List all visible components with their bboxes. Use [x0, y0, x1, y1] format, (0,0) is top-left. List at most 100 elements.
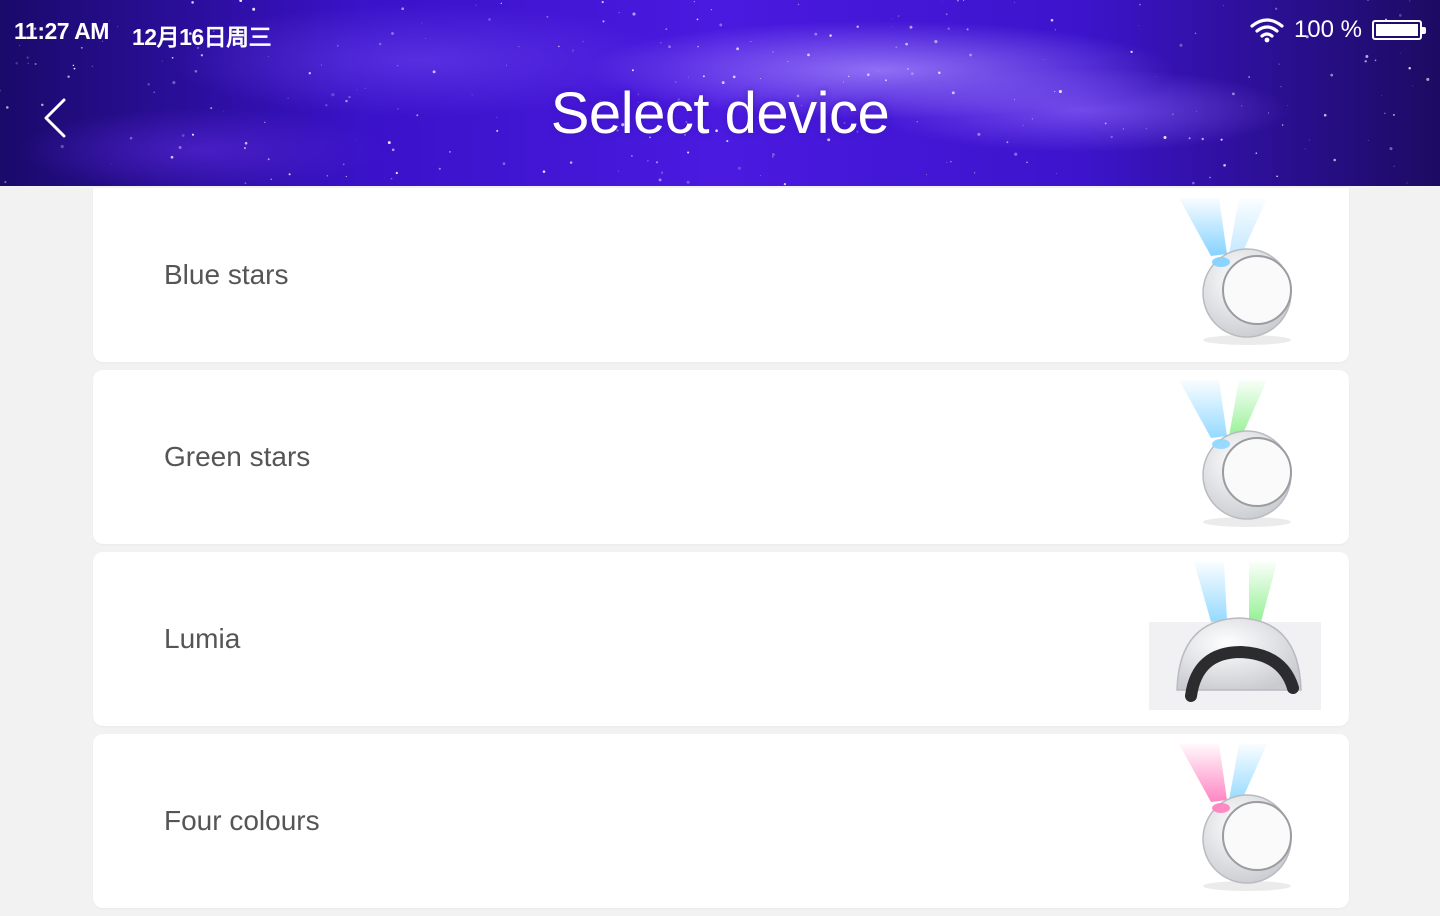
- star-dot: [1409, 0, 1411, 2]
- star-dot: [342, 163, 345, 166]
- star-dot: [569, 161, 573, 164]
- star-dot: [161, 60, 163, 62]
- star-dot: [1330, 73, 1334, 77]
- star-dot: [938, 71, 941, 75]
- star-dot: [1056, 172, 1057, 174]
- star-dot: [759, 174, 761, 176]
- star-dot: [1026, 161, 1028, 163]
- light-beam: [1179, 380, 1227, 438]
- star-dot: [969, 53, 972, 57]
- star-dot: [432, 70, 436, 74]
- star-dot: [26, 56, 29, 59]
- star-dot: [1406, 182, 1408, 184]
- star-dot: [4, 180, 7, 184]
- star-dot: [320, 64, 322, 66]
- star-dot: [1130, 50, 1133, 54]
- star-dot: [239, 0, 243, 2]
- battery-cap: [1422, 27, 1426, 34]
- star-dot: [308, 72, 311, 75]
- device-card-blue-stars[interactable]: Blue stars: [93, 188, 1349, 362]
- star-dot: [383, 177, 385, 179]
- lens: [1212, 439, 1230, 449]
- light-beam: [1179, 198, 1227, 256]
- projector-face: [1222, 437, 1292, 507]
- star-dot: [647, 159, 649, 162]
- star-dot: [1223, 163, 1226, 167]
- star-dot: [911, 72, 914, 76]
- star-dot: [401, 7, 405, 10]
- star-dot: [693, 1, 695, 3]
- status-time: 11:27 AM: [14, 18, 109, 44]
- star-dot: [438, 167, 441, 170]
- star-dot: [631, 69, 634, 72]
- device-card-four-colours[interactable]: Four colours: [93, 734, 1349, 908]
- star-dot: [395, 171, 398, 175]
- star-dot: [270, 178, 272, 180]
- star-dot: [1275, 7, 1278, 10]
- star-dot: [200, 54, 204, 57]
- star-dot: [1408, 67, 1411, 70]
- star-dot: [732, 75, 736, 79]
- star-dot: [1192, 181, 1195, 185]
- star-dot: [542, 170, 546, 173]
- projector-face: [1222, 255, 1292, 325]
- star-dot: [963, 0, 965, 2]
- star-dot: [950, 161, 952, 163]
- star-dot: [1364, 60, 1367, 63]
- star-dot: [1365, 55, 1369, 58]
- star-dot: [391, 148, 395, 152]
- star-dot: [243, 147, 246, 150]
- star-dot: [500, 2, 502, 5]
- star-dot: [1399, 52, 1401, 54]
- star-dot: [252, 7, 256, 11]
- star-dot: [1255, 152, 1258, 154]
- star-dot: [170, 155, 174, 159]
- star-dot: [1014, 2, 1015, 4]
- device-list: Blue stars Green stars Lumia Four colour…: [93, 188, 1349, 916]
- device-name: Green stars: [164, 441, 311, 472]
- star-dot: [171, 56, 174, 59]
- light-beam: [1179, 744, 1227, 802]
- page-title: Select device: [550, 81, 890, 146]
- device-card-green-stars[interactable]: Green stars: [93, 370, 1349, 544]
- star-dot: [1043, 59, 1045, 60]
- wifi-icon: [1250, 17, 1284, 43]
- star-dot: [91, 65, 93, 67]
- star-dot: [572, 52, 573, 54]
- star-dot: [687, 151, 690, 154]
- star-dot: [787, 61, 789, 62]
- star-dot: [783, 182, 787, 186]
- star-dot: [797, 3, 800, 6]
- battery-percentage: 100 %: [1293, 16, 1362, 43]
- star-dot: [926, 174, 928, 176]
- star-dot: [702, 75, 705, 78]
- star-dot: [1393, 165, 1395, 167]
- star-dot: [242, 6, 244, 8]
- star-dot: [1155, 76, 1157, 78]
- star-dot: [655, 161, 659, 164]
- star-dot: [326, 174, 329, 177]
- star-dot: [688, 76, 689, 78]
- star-dot: [942, 1, 943, 2]
- star-dot: [288, 173, 291, 176]
- star-dot: [449, 151, 451, 153]
- star-dot: [660, 171, 664, 174]
- star-dot: [506, 64, 507, 66]
- star-dot: [396, 64, 399, 67]
- star-dot: [390, 177, 393, 180]
- star-dot: [73, 67, 76, 70]
- light-beam: [1194, 562, 1227, 622]
- star-dot: [267, 158, 270, 161]
- device-card-lumia[interactable]: Lumia: [93, 552, 1349, 726]
- star-dot: [191, 1, 194, 4]
- star-dot: [974, 172, 976, 174]
- light-beam: [1229, 198, 1267, 256]
- star-dot: [1367, 0, 1369, 2]
- header-banner: 11:27 AM 12月16日周三 100 % Select device: [0, 0, 1440, 186]
- light-beam: [1229, 380, 1267, 438]
- star-dot: [618, 12, 620, 13]
- star-dot: [27, 62, 29, 64]
- star-dot: [946, 162, 948, 164]
- battery-fill: [1376, 24, 1418, 36]
- device-name: Four colours: [164, 805, 320, 836]
